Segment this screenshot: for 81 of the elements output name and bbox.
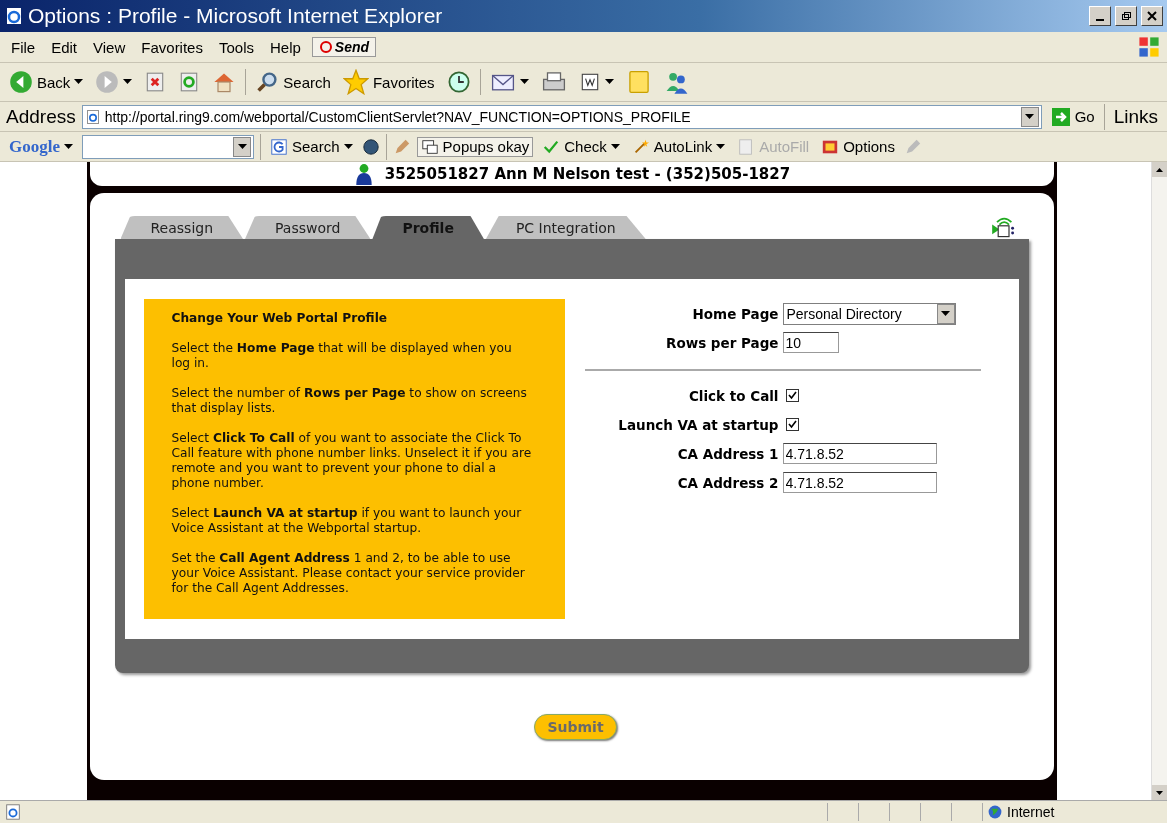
scroll-down-button[interactable]	[1152, 785, 1167, 800]
menu-item[interactable]: File	[6, 38, 41, 56]
restore-button[interactable]	[1115, 6, 1137, 26]
window-title: Options : Profile - Microsoft Internet Explorer	[28, 4, 444, 28]
google-menu-button[interactable]: Google	[6, 136, 76, 157]
checkbox[interactable]	[785, 418, 799, 431]
google-g-icon	[270, 137, 288, 156]
page-icon	[84, 108, 101, 125]
phone-signal-icon	[990, 215, 1015, 239]
search-button[interactable]: Search	[252, 70, 334, 94]
globe-icon	[361, 137, 380, 156]
dropdown-icon[interactable]	[1025, 113, 1035, 120]
up-arrow-icon	[1156, 167, 1163, 172]
field-label: Launch VA at startup	[617, 416, 780, 433]
clock-icon	[446, 70, 471, 94]
field-label: Home Page	[691, 305, 780, 322]
help-paragraph: Select the number of Rows per Page to show on screens that display lists.	[171, 386, 528, 416]
search-button[interactable]: Search	[267, 137, 356, 156]
caret-icon[interactable]	[64, 143, 73, 150]
ie-page-icon	[4, 803, 22, 821]
caret-icon[interactable]	[519, 79, 529, 85]
options-button[interactable]: Options	[818, 137, 898, 156]
go-button[interactable]: Go	[1047, 106, 1098, 127]
help-paragraph: Select Launch VA at startup if you want to launch your Voice Assistant at the Webportal startup.	[171, 506, 523, 536]
caret-icon[interactable]	[610, 143, 620, 150]
favorites-button[interactable]: Favorites	[339, 69, 438, 95]
autolink-button[interactable]: AutoLink	[628, 137, 729, 156]
links-button[interactable]: Links	[1110, 105, 1161, 128]
tab[interactable]: Reassign	[120, 216, 244, 239]
send-button[interactable]: Send	[311, 37, 377, 57]
field-label: CA Address 2	[676, 474, 780, 491]
tab[interactable]: Password	[245, 216, 371, 239]
help-title: Change Your Web Portal Profile	[171, 311, 389, 326]
restore-icon	[1121, 11, 1131, 21]
google-search-field[interactable]	[82, 134, 254, 159]
windows-logo-icon	[1137, 35, 1161, 59]
down-arrow-icon	[1156, 790, 1163, 795]
help-paragraph: Select the Home Page that will be displayed when you log in.	[171, 341, 513, 371]
tab[interactable]: PC Integration	[485, 216, 646, 239]
help-paragraph: Set the Call Agent Address 1 and 2, to be able to use your Voice Assistant. Please contact your service provider for the Call Agent Addresses.	[171, 551, 526, 596]
menu-item[interactable]: Help	[265, 38, 306, 56]
menu-item[interactable]: Tools	[213, 38, 259, 56]
caret-icon[interactable]	[604, 79, 614, 85]
globe-icon	[987, 804, 1003, 820]
caret-icon[interactable]	[343, 143, 353, 150]
dropdown-icon[interactable]	[941, 310, 950, 317]
address-field[interactable]: http://portal.ring9.com/webportal/CustomClientServlet?NAV_FUNCTION=OPTIONS_PROFILE	[81, 104, 1042, 129]
input-field[interactable]: 4.71.8.52	[782, 472, 937, 493]
address-label: Address	[6, 105, 76, 128]
star-icon	[342, 69, 369, 95]
caret-icon[interactable]	[123, 79, 133, 85]
security-zone: Internet	[1007, 804, 1055, 820]
popups-button[interactable]: Popups okay	[416, 136, 534, 157]
send-icon	[318, 40, 333, 54]
back-icon	[9, 70, 33, 94]
field-label: Rows per Page	[665, 334, 780, 351]
ie-page-icon	[4, 6, 24, 26]
dropdown-icon[interactable]	[237, 143, 247, 150]
caret-icon[interactable]	[716, 143, 726, 150]
minimize-icon	[1096, 18, 1104, 21]
home-page-select[interactable]: Personal Directory	[782, 302, 956, 325]
caret-icon[interactable]	[74, 79, 84, 85]
user-name: 3525051827 Ann M Nelson test - (352)505-1827	[384, 165, 791, 183]
search-icon	[255, 70, 280, 94]
field-label: Click to Call	[687, 387, 780, 404]
check-button[interactable]: Check	[539, 137, 623, 156]
menu-item[interactable]: View	[88, 38, 131, 56]
back-button[interactable]: Back	[6, 70, 87, 94]
minimize-button[interactable]	[1089, 6, 1111, 26]
menu-item[interactable]: Edit	[46, 38, 83, 56]
input-field[interactable]: 4.71.8.52	[782, 443, 937, 464]
popup-window-icon	[420, 137, 439, 156]
field-label: CA Address 1	[676, 445, 780, 462]
checkbox[interactable]	[785, 389, 799, 402]
menu-item[interactable]: Favorites	[136, 38, 208, 56]
scroll-up-button[interactable]	[1152, 162, 1167, 177]
close-button[interactable]	[1141, 6, 1163, 26]
close-icon	[1147, 11, 1157, 21]
input-field[interactable]: 10	[782, 332, 839, 353]
forward-icon	[95, 70, 120, 94]
help-paragraph: Select Click To Call of you want to associate the Click To Call feature with phone number links. Unselect it if you are remote and you want to prevent your phone to dial a phone number.	[171, 431, 533, 491]
